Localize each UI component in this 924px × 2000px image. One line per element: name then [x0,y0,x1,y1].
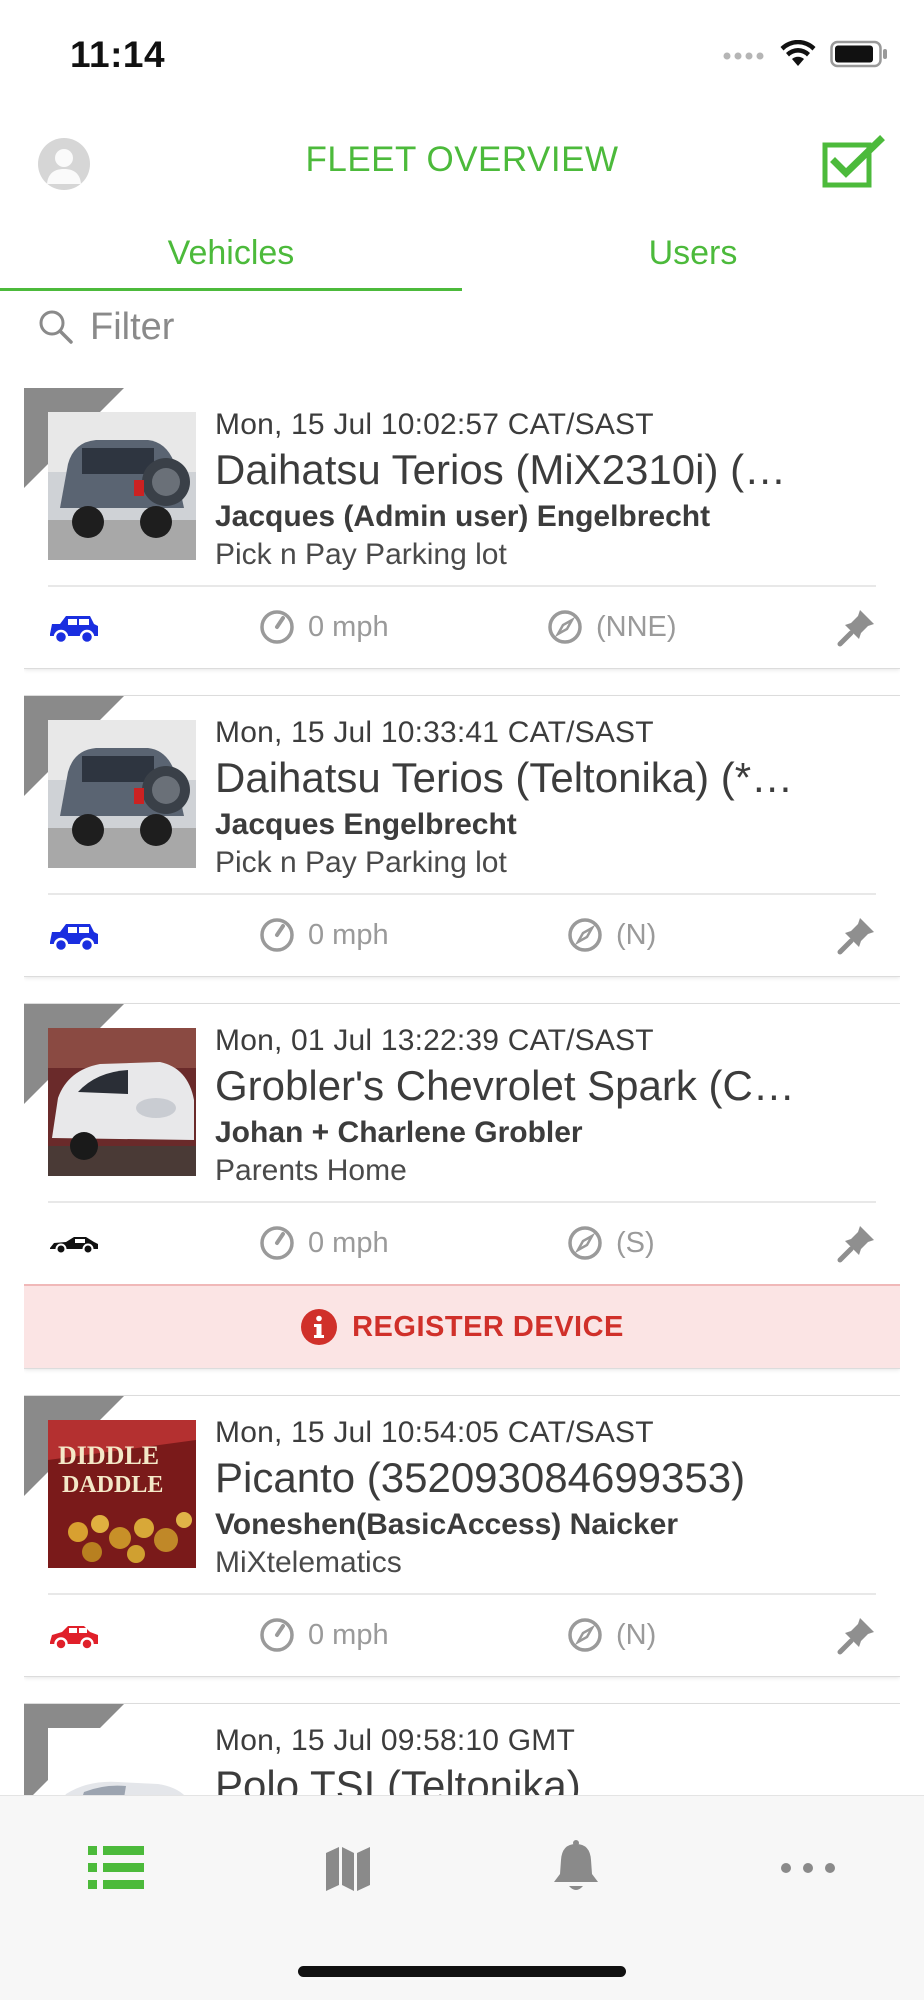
tab-vehicles[interactable]: Vehicles [0,222,462,292]
vehicle-location: Pick n Pay Parking lot [215,538,507,571]
tab-more[interactable] [768,1828,848,1908]
speed-readout: 0 mph [258,608,389,646]
filter-bar [36,296,896,358]
speed-value: 0 mph [308,610,389,643]
vehicle-driver: Jacques Engelbrecht [215,808,517,841]
suv-icon [50,924,98,953]
speed-readout: 0 mph [258,1616,389,1654]
tab-selected-indicator [0,288,462,291]
compass-icon [548,610,582,644]
wifi-icon [780,40,816,66]
home-indicator [298,1966,626,1977]
speed-value: 0 mph [308,1226,389,1259]
battery-icon [830,40,887,68]
speed-value: 0 mph [308,918,389,951]
speedometer-icon [260,610,294,644]
vehicle-location: MiXtelematics [215,1546,402,1579]
pin-icon[interactable] [836,914,878,956]
vehicle-card[interactable]: Mon, 15 Jul 09:58:10 GMT Polo TSI (Telto… [24,1704,900,1796]
vehicle-driver: Voneshen(BasicAccess) Naicker [215,1508,679,1541]
vehicle-timestamp: Mon, 15 Jul 09:58:10 GMT [215,1724,575,1757]
suv-icon [50,616,98,645]
vehicle-timestamp: Mon, 15 Jul 10:54:05 CAT/SAST [215,1416,654,1449]
pin-icon[interactable] [836,1222,878,1264]
compass-icon [568,1618,602,1652]
filter-input[interactable] [90,305,790,349]
status-icons [722,40,888,68]
sedan-icon [50,1626,98,1651]
status-bar: 11:14 [0,0,924,110]
checkbox-check-icon [822,135,885,188]
bell-icon [554,1840,598,1890]
speedometer-icon [260,1618,294,1652]
tab-list[interactable] [76,1828,156,1908]
vehicle-list[interactable]: Mon, 15 Jul 10:02:57 CAT/SAST Daihatsu T… [24,388,900,1796]
vehicle-timestamp: Mon, 15 Jul 10:02:57 CAT/SAST [215,408,654,441]
divider [48,893,876,895]
heading-value: (N) [616,1618,657,1651]
compass-icon [568,1226,602,1260]
register-device-button[interactable]: REGISTER DEVICE [24,1284,900,1368]
pin-icon[interactable] [836,606,878,648]
vehicle-name: Daihatsu Terios (Teltonika) (*… [215,754,794,801]
compass-icon [568,918,602,952]
vehicle-driver: Jacques (Admin user) Engelbrecht [215,500,711,533]
vehicle-name: Picanto (352093084699353) [215,1454,746,1501]
page-title: FLEET OVERVIEW [305,140,619,179]
divider [48,585,876,587]
vehicle-name: Daihatsu Terios (MiX2310i) (… [215,446,787,493]
list-icon [88,1846,144,1889]
nav-bar: FLEET OVERVIEW [0,120,924,210]
map-icon [326,1847,370,1891]
tab-alerts[interactable] [536,1828,616,1908]
heading-readout: (S) [566,1224,655,1262]
info-icon [301,1309,338,1345]
vehicle-card[interactable]: Mon, 01 Jul 13:22:39 CAT/SAST Grobler's … [24,1004,900,1368]
bottom-tab-bar [0,1796,924,2000]
select-button[interactable] [822,134,886,190]
status-time: 11:14 [70,34,166,75]
register-device-label: REGISTER DEVICE [352,1310,624,1343]
heading-value: (NNE) [596,610,677,643]
signal-icon [723,52,764,60]
more-icon [781,1863,835,1873]
svg-text:DADDLE: DADDLE [62,1472,163,1498]
speed-readout: 0 mph [258,1224,389,1262]
sports-car-icon [50,1237,98,1255]
vehicle-driver: Johan + Charlene Grobler [215,1116,583,1149]
vehicle-photo: DIDDLE DADDLE [48,1420,196,1568]
divider [48,1593,876,1595]
tab-map[interactable] [308,1828,388,1908]
vehicle-card[interactable]: Mon, 15 Jul 10:02:57 CAT/SAST Daihatsu T… [24,388,900,668]
vehicle-name: Polo TSI (Teltonika) [215,1762,581,1796]
svg-text:DIDDLE: DIDDLE [58,1441,159,1470]
speed-readout: 0 mph [258,916,389,954]
vehicle-timestamp: Mon, 01 Jul 13:22:39 CAT/SAST [215,1024,654,1057]
vehicle-photo [48,412,196,560]
vehicle-location: Parents Home [215,1154,407,1187]
speed-value: 0 mph [308,1618,389,1651]
vehicle-name: Grobler's Chevrolet Spark (C… [215,1062,795,1109]
speedometer-icon [260,918,294,952]
heading-readout: (N) [566,916,656,954]
divider [48,1201,876,1203]
heading-readout: (NNE) [546,608,677,646]
vehicle-photo [48,1728,196,1796]
speedometer-icon [260,1226,294,1260]
vehicle-timestamp: Mon, 15 Jul 10:33:41 CAT/SAST [215,716,654,749]
vehicle-location: Pick n Pay Parking lot [215,846,507,879]
search-icon [39,310,73,344]
heading-readout: (N) [566,1616,656,1654]
pin-icon[interactable] [836,1614,878,1656]
heading-value: (S) [616,1226,655,1259]
vehicle-card[interactable]: DIDDLE DADDLE Mon, 15 Jul 10:54:05 CAT/S… [24,1396,900,1676]
vehicle-photo [48,1028,196,1176]
vehicle-photo [48,720,196,868]
segment-tabs: Vehicles Users [0,222,924,292]
tab-users[interactable]: Users [462,222,924,292]
vehicle-card[interactable]: Mon, 15 Jul 10:33:41 CAT/SAST Daihatsu T… [24,696,900,976]
heading-value: (N) [616,918,657,951]
